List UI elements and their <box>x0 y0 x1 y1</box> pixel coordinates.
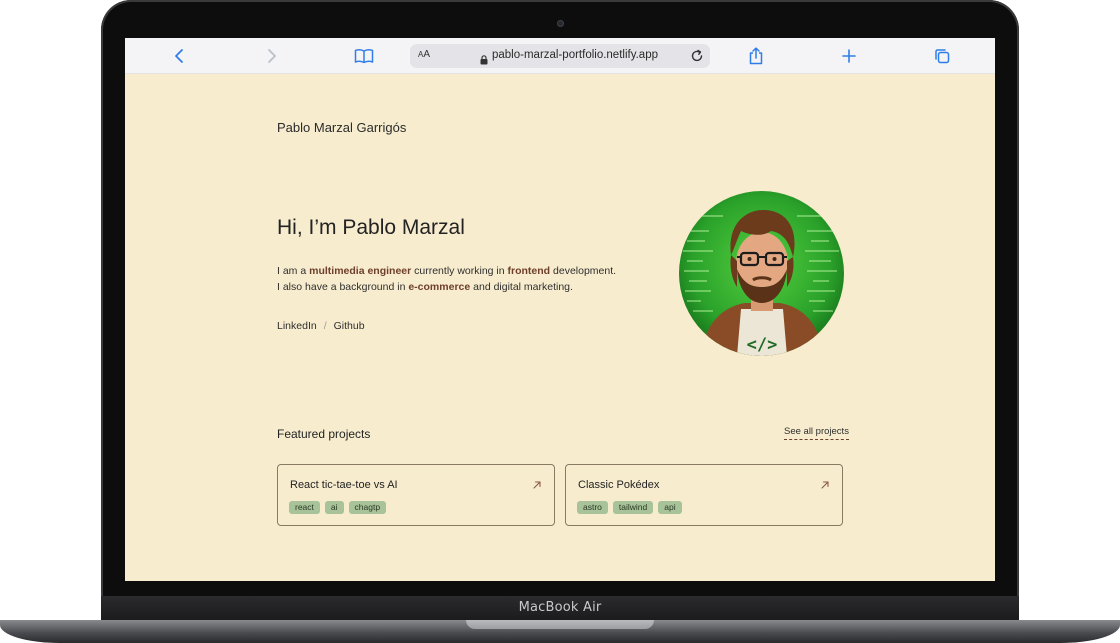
social-links: LinkedIn / Github <box>277 320 365 332</box>
site-name-link[interactable]: Pablo Marzal Garrigós <box>277 120 406 135</box>
tag: astro <box>577 501 608 514</box>
project-title: React tic-tae-toe vs AI <box>290 479 398 491</box>
bio-text: currently working in <box>411 265 508 277</box>
bio-highlight: e-commerce <box>408 281 471 293</box>
tag: ai <box>324 501 344 514</box>
hero-title: Hi, I’m Pablo Marzal <box>277 216 465 239</box>
bio-text: and digital marketing. <box>470 281 573 293</box>
tabs-overview-icon[interactable] <box>931 45 953 67</box>
github-link[interactable]: Github <box>334 320 365 332</box>
forward-chevron-icon[interactable] <box>261 45 283 67</box>
svg-text:</>: </> <box>747 335 778 355</box>
bookmarks-book-icon[interactable] <box>353 45 375 67</box>
tag: chagtp <box>348 501 387 514</box>
share-icon[interactable] <box>745 45 767 67</box>
bio-line-1: I am a multimedia engineer currently wor… <box>277 263 697 279</box>
social-separator: / <box>323 320 327 332</box>
new-tab-plus-icon[interactable] <box>838 45 860 67</box>
back-chevron-icon[interactable] <box>168 45 190 67</box>
project-card[interactable]: Classic Pokédex astro tailwind api <box>565 464 843 526</box>
bio-paragraph: I am a multimedia engineer currently wor… <box>277 263 697 295</box>
camera-dot <box>557 20 564 27</box>
model-label: MacBook Air <box>518 600 602 615</box>
tag: tailwind <box>612 501 654 514</box>
tag-list: astro tailwind api <box>577 501 682 514</box>
text-size-button[interactable]: AAAA <box>418 49 430 60</box>
reload-icon[interactable] <box>690 48 704 67</box>
tag: react <box>289 501 320 514</box>
bio-line-2: I also have a background in e-commerce a… <box>277 279 697 295</box>
address-bar[interactable]: AAAA pablo-marzal-portfolio.netlify.app <box>410 44 710 68</box>
tag-list: react ai chagtp <box>289 501 387 514</box>
bio-text: development. <box>550 265 617 277</box>
featured-projects-heading: Featured projects <box>277 427 371 441</box>
external-arrow-icon <box>820 477 830 495</box>
bio-text: I also have a background in <box>277 281 409 293</box>
project-title: Classic Pokédex <box>578 479 660 491</box>
url-text: pablo-marzal-portfolio.netlify.app <box>492 49 658 61</box>
tag: api <box>658 501 682 514</box>
avatar-illustration: </> <box>679 191 844 356</box>
portfolio-page: Pablo Marzal Garrigós Hi, I’m Pablo Marz… <box>125 74 995 581</box>
lock-icon <box>480 50 488 69</box>
bio-highlight: multimedia engineer <box>309 265 412 277</box>
bio-highlight: frontend <box>507 265 551 277</box>
bio-text: I am a <box>277 265 310 277</box>
see-all-projects-link[interactable]: See all projects <box>784 426 849 440</box>
linkedin-link[interactable]: LinkedIn <box>277 320 317 332</box>
laptop-opening-notch <box>466 620 654 629</box>
screen: AAAA pablo-marzal-portfolio.netlify.app … <box>125 38 995 581</box>
project-card[interactable]: React tic-tae-toe vs AI react ai chagtp <box>277 464 555 526</box>
browser-toolbar: AAAA pablo-marzal-portfolio.netlify.app <box>125 38 995 74</box>
external-arrow-icon <box>532 477 542 495</box>
